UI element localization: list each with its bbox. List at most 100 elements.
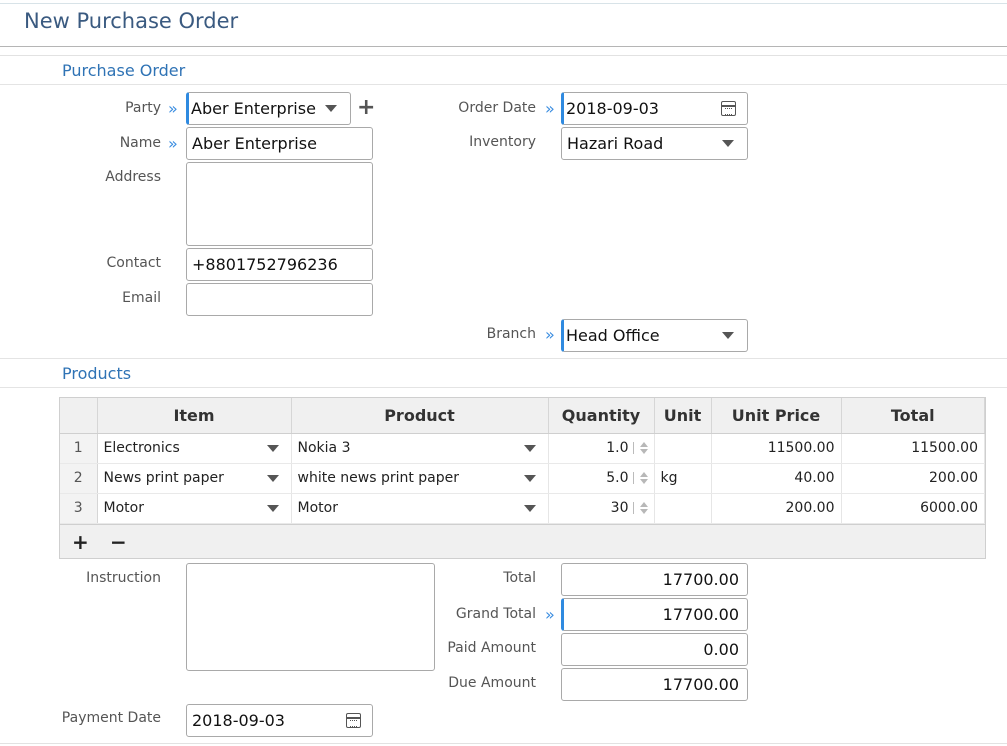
instruction-textarea[interactable] (186, 563, 435, 671)
item-cell[interactable]: News print paper (97, 463, 292, 494)
quantity-value: 1.0 (606, 440, 629, 456)
required-marker-icon: » (545, 605, 555, 624)
required-marker-icon: » (168, 99, 178, 118)
spinner-icon[interactable] (639, 502, 648, 514)
total-field: 17700.00 (561, 563, 748, 596)
spinner-icon[interactable] (639, 472, 648, 484)
quantity-cell[interactable]: 30 (548, 493, 655, 524)
unit-price-cell[interactable]: 40.00 (711, 463, 842, 494)
due-amount-value: 17700.00 (662, 675, 739, 694)
product-cell[interactable]: white news print paper (291, 463, 549, 494)
inventory-select[interactable]: Hazari Road (561, 127, 748, 160)
item-cell[interactable]: Motor (97, 493, 292, 524)
payment-date-field[interactable]: 2018-09-03 (186, 704, 373, 737)
due-amount-field: 17700.00 (561, 668, 748, 701)
item-value: Electronics (103, 440, 180, 456)
calendar-icon[interactable] (721, 101, 736, 116)
table-row[interactable]: 1 Electronics Nokia 3 1.0 11500.00 11500… (60, 433, 985, 464)
table-row[interactable]: 3 Motor Motor 30 200.00 6000.00 (60, 493, 985, 524)
total-label: Total (503, 570, 536, 586)
chevron-down-icon[interactable] (266, 474, 279, 482)
grand-total-value: 17700.00 (662, 605, 739, 624)
total-value: 17700.00 (662, 570, 739, 589)
spinner-icon[interactable] (639, 442, 648, 454)
branch-label: Branch (486, 326, 536, 342)
unit-cell[interactable]: kg (654, 463, 712, 494)
column-header-total[interactable]: Total (841, 398, 985, 434)
order-date-field[interactable]: 2018-09-03 (561, 92, 748, 125)
contact-label: Contact (106, 255, 161, 271)
section-divider (0, 387, 1007, 388)
chevron-down-icon[interactable] (266, 444, 279, 452)
email-field[interactable] (186, 283, 373, 316)
section-title-products: Products (62, 364, 132, 383)
address-textarea[interactable] (186, 162, 373, 246)
section-divider (0, 358, 1007, 359)
product-cell[interactable]: Motor (291, 493, 549, 524)
quantity-cell[interactable]: 1.0 (548, 433, 655, 464)
calendar-icon[interactable] (346, 713, 361, 728)
spinner-divider (632, 442, 634, 454)
email-label: Email (122, 290, 161, 306)
paid-amount-value: 0.00 (703, 640, 739, 659)
chevron-down-icon[interactable] (523, 504, 536, 512)
contact-field[interactable]: +8801752796236 (186, 248, 373, 281)
total-cell: 6000.00 (841, 493, 985, 524)
product-value: white news print paper (297, 470, 460, 486)
row-number: 1 (60, 433, 98, 464)
row-number: 3 (60, 493, 98, 524)
column-header-unit-price[interactable]: Unit Price (711, 398, 842, 434)
row-number-header (60, 398, 98, 434)
product-value: Nokia 3 (297, 440, 351, 456)
column-header-item[interactable]: Item (97, 398, 292, 434)
quantity-cell[interactable]: 5.0 (548, 463, 655, 494)
chevron-down-icon[interactable] (523, 474, 536, 482)
instruction-label: Instruction (86, 570, 161, 586)
chevron-down-icon (722, 140, 734, 147)
grid-toolbar: + − (60, 524, 985, 558)
add-row-button[interactable]: + (72, 532, 89, 552)
required-marker-icon: » (545, 99, 555, 118)
column-header-unit[interactable]: Unit (654, 398, 712, 434)
chevron-down-icon[interactable] (266, 504, 279, 512)
spinner-divider (632, 472, 634, 484)
item-value: News print paper (103, 470, 224, 486)
spinner-divider (632, 502, 634, 514)
inventory-value: Hazari Road (567, 134, 664, 153)
product-value: Motor (297, 500, 338, 516)
remove-row-button[interactable]: − (110, 532, 127, 552)
unit-price-cell[interactable]: 11500.00 (711, 433, 842, 464)
unit-price-cell[interactable]: 200.00 (711, 493, 842, 524)
section-title-purchase-order: Purchase Order (62, 61, 186, 80)
quantity-value: 5.0 (606, 470, 629, 486)
paid-amount-field[interactable]: 0.00 (561, 633, 748, 666)
grand-total-field[interactable]: 17700.00 (561, 598, 748, 631)
unit-cell[interactable] (654, 493, 712, 524)
row-number: 2 (60, 463, 98, 494)
party-select[interactable]: Aber Enterprise (186, 92, 351, 125)
total-cell: 200.00 (841, 463, 985, 494)
party-value: Aber Enterprise (191, 99, 316, 118)
branch-value: Head Office (566, 326, 660, 345)
due-amount-label: Due Amount (448, 675, 536, 691)
chevron-down-icon[interactable] (523, 444, 536, 452)
unit-cell[interactable] (654, 433, 712, 464)
product-cell[interactable]: Nokia 3 (291, 433, 549, 464)
top-border (0, 3, 1007, 4)
branch-select[interactable]: Head Office (561, 319, 748, 352)
header-divider-light (0, 55, 1007, 56)
contact-value: +8801752796236 (192, 255, 338, 274)
name-field[interactable]: Aber Enterprise (186, 127, 373, 160)
table-row[interactable]: 2 News print paper white news print pape… (60, 463, 985, 494)
payment-date-value: 2018-09-03 (192, 711, 285, 730)
grid-header-row: Item Product Quantity Unit Unit Price To… (60, 398, 985, 434)
chevron-down-icon (722, 332, 734, 339)
add-party-icon[interactable]: + (357, 97, 375, 119)
address-label: Address (105, 169, 161, 185)
column-header-product[interactable]: Product (291, 398, 549, 434)
name-value: Aber Enterprise (192, 134, 317, 153)
item-cell[interactable]: Electronics (97, 433, 292, 464)
column-header-quantity[interactable]: Quantity (548, 398, 655, 434)
paid-amount-label: Paid Amount (447, 640, 536, 656)
grand-total-label: Grand Total (455, 606, 536, 622)
